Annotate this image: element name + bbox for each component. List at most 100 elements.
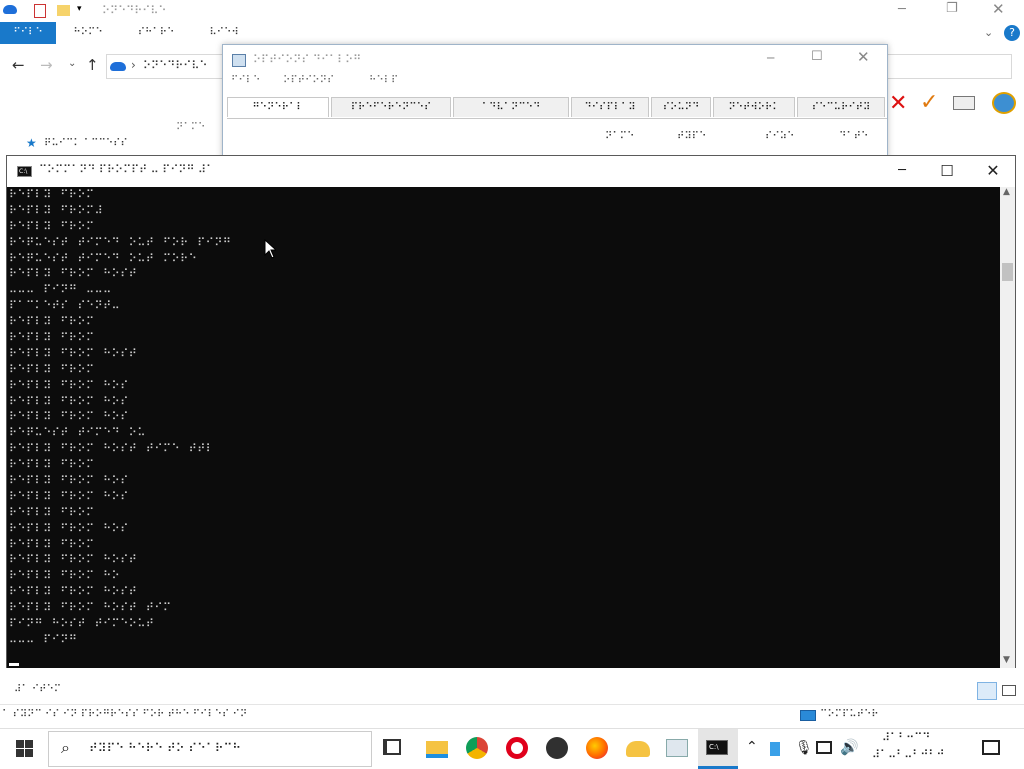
console-line: ⠗⠑⠏⠇⠽⠀⠋⠗⠕⠍⠀⠓⠕⠎ [9,474,129,488]
options-window: ⠕⠏⠞⠊⠕⠝⠎ ⠙⠊⠁⠇⠕⠛ ─ ☐ ✕ ⠋⠊⠇⠑ ⠕⠏⠞⠊⠕⠝⠎ ⠓⠑⠇⠏ ⠛… [222,44,888,164]
column-type[interactable]: ⠞⠽⠏⠑ [677,131,706,142]
clock-date[interactable]: ⠼⠁⠤⠃⠤⠃⠚⠃⠚ [872,748,945,761]
onedrive-icon [3,5,17,14]
minimize-icon[interactable]: ─ [898,2,906,17]
console-line: ⠗⠑⠏⠇⠽⠀⠋⠗⠕⠍ [9,331,95,345]
back-arrow-icon[interactable]: ← [12,56,25,74]
console-line: ⠗⠑⠟⠥⠑⠎⠞⠀⠞⠊⠍⠑⠙⠀⠕⠥⠞⠀⠍⠕⠗⠑ [9,251,198,265]
forward-arrow-icon[interactable]: → [40,56,53,74]
console-line: ⠤⠤⠤⠀⠏⠊⠝⠛⠀⠤⠤⠤ [9,283,112,297]
scroll-down-icon[interactable]: ▼ [1003,655,1010,665]
cancel-icon[interactable]: ✕ [889,91,907,116]
task-view-icon[interactable] [383,739,401,755]
search-placeholder: ⠞⠽⠏⠑ ⠓⠑⠗⠑ ⠞⠕ ⠎⠑⠁⠗⠉⠓ [89,741,242,755]
console-line: ⠏⠊⠝⠛⠀⠓⠕⠎⠞⠀⠞⠊⠍⠑⠕⠥⠞ [9,617,155,631]
menu-options[interactable]: ⠕⠏⠞⠊⠕⠝⠎ [283,75,334,86]
file-explorer-icon[interactable] [426,741,448,758]
scroll-up-icon[interactable]: ▲ [1003,187,1010,197]
tab-general[interactable]: ⠛⠑⠝⠑⠗⠁⠇ [227,97,329,117]
cmd-taskbar-icon[interactable]: C:\ [698,729,738,769]
console-line: ⠗⠑⠏⠇⠽⠀⠋⠗⠕⠍ [9,315,95,329]
microphone-icon[interactable]: 🎙 [795,740,813,756]
confirm-check-icon[interactable]: ✓ [920,90,938,115]
properties-icon[interactable] [34,4,46,18]
taskbar-search-box[interactable]: ⌕ ⠞⠽⠏⠑ ⠓⠑⠗⠑ ⠞⠕ ⠎⠑⠁⠗⠉⠓ [48,731,372,767]
minimize-icon[interactable]: ─ [767,51,774,65]
console-line: ⠗⠑⠏⠇⠽⠀⠋⠗⠕⠍⠀⠓⠕⠎⠞ [9,585,138,599]
column-name[interactable]: ⠝⠁⠍⠑ [605,131,634,142]
tab-home[interactable]: ⠓⠕⠍⠑ [60,22,116,44]
close-icon[interactable]: ✕ [992,0,1005,18]
console-line: ⠗⠑⠏⠇⠽⠀⠋⠗⠕⠍⠀⠓⠕⠎⠞⠀⠞⠊⠍ [9,601,172,615]
menu-file[interactable]: ⠋⠊⠇⠑ [231,75,260,86]
console-line: ⠗⠑⠏⠇⠽⠀⠋⠗⠕⠍⠀⠓⠕⠎ [9,394,129,408]
maximize-icon[interactable]: ☐ [811,49,823,64]
console-lines: ⠗⠑⠏⠇⠽⠀⠋⠗⠕⠍ ⠗⠑⠏⠇⠽⠀⠋⠗⠕⠍⠼ ⠗⠑⠏⠇⠽⠀⠋⠗⠕⠍ ⠗⠑⠟⠥⠑⠎⠞⠀⠞… [9,187,999,648]
volume-icon[interactable]: 🔊 [840,738,859,756]
network-icon[interactable] [816,741,832,754]
console-line: ⠗⠑⠏⠇⠽⠀⠋⠗⠕⠍⠀⠓⠕⠎ [9,378,129,392]
computer-icon [800,710,816,721]
chevron-down-icon[interactable]: ⌄ [984,26,993,39]
console-line: ⠗⠑⠏⠇⠽⠀⠋⠗⠕⠍⠀⠓⠕⠎⠞⠀⠞⠊⠍⠑⠀⠞⠞⠇ [9,442,215,456]
firefox-icon[interactable] [586,737,608,759]
tab-file[interactable]: ⠋⠊⠇⠑ [0,22,56,44]
cloud-icon [110,62,126,71]
scroll-thumb[interactable] [1002,263,1013,281]
tab-view[interactable]: ⠧⠊⠑⠺ [196,22,252,44]
tab-network[interactable]: ⠝⠑⠞⠺⠕⠗⠅ [713,97,795,117]
vertical-scrollbar[interactable]: ▲ ▼ [1000,187,1015,668]
tab-display[interactable]: ⠙⠊⠎⠏⠇⠁⠽ [571,97,649,117]
console-line: ⠗⠑⠏⠇⠽⠀⠋⠗⠕⠍⠀⠓⠕⠎⠞ [9,267,138,281]
new-folder-icon[interactable] [57,5,70,16]
help-icon[interactable]: ? [1004,25,1020,41]
start-windows-icon[interactable] [16,740,33,757]
app-window-icon[interactable] [666,739,688,757]
item-count: ⠼⠁ ⠊⠞⠑⠍ [14,684,62,695]
app-icon [232,54,246,67]
column-date[interactable]: ⠙⠁⠞⠑ [839,131,868,142]
explorer-title: ⠕⠝⠑⠙⠗⠊⠧⠑ [102,4,167,17]
tab-share[interactable]: ⠎⠓⠁⠗⠑ [128,22,184,44]
tray-app-icon[interactable] [770,742,780,756]
close-icon[interactable]: ✕ [857,48,870,66]
obs-icon[interactable] [546,737,568,759]
notification-icon[interactable] [982,740,1000,755]
tab-preferences[interactable]: ⠏⠗⠑⠋⠑⠗⠑⠝⠉⠑⠎ [331,97,451,117]
tab-advanced[interactable]: ⠁⠙⠧⠁⠝⠉⠑⠙ [453,97,569,117]
up-arrow-icon[interactable]: ↑ [86,56,99,74]
mouse-cursor-icon [264,239,276,259]
breadcrumb-onedrive[interactable]: ⠕⠝⠑⠙⠗⠊⠧⠑ [143,59,207,72]
onedrive-app-icon[interactable] [626,741,650,757]
taskbar: ⌕ ⠞⠽⠏⠑ ⠓⠑⠗⠑ ⠞⠕ ⠎⠑⠁⠗⠉⠓ C:\ ⌃ 🎙 🔊 ⠼⠁⠃⠒⠉⠙ ⠼… [0,728,1024,769]
show-hidden-icons-chevron-icon[interactable]: ⌃ [746,739,758,755]
quick-access-item[interactable]: ⠟⠥⠊⠉⠅ ⠁⠉⠉⠑⠎⠎ [44,138,128,149]
opera-icon[interactable] [506,737,528,759]
tab-security[interactable]: ⠎⠑⠉⠥⠗⠊⠞⠽ [797,97,885,117]
large-icons-view-icon[interactable] [1002,685,1016,696]
minimize-icon[interactable]: ─ [880,156,924,187]
console-line: ⠗⠑⠏⠇⠽⠀⠋⠗⠕⠍⠀⠓⠕⠎ [9,521,129,535]
details-view-icon[interactable] [977,682,997,700]
globe-icon[interactable] [992,92,1016,114]
column-header-name[interactable]: ⠝⠁⠍⠑ [176,122,205,133]
dropdown-icon[interactable]: ▾ [77,4,82,14]
console-output[interactable]: ⠗⠑⠏⠇⠽⠀⠋⠗⠕⠍ ⠗⠑⠏⠇⠽⠀⠋⠗⠕⠍⠼ ⠗⠑⠏⠇⠽⠀⠋⠗⠕⠍ ⠗⠑⠟⠥⠑⠎⠞⠀⠞… [7,187,1000,668]
recent-dropdown-icon[interactable]: ⌄ [68,58,76,69]
restore-icon[interactable]: ❐ [946,1,958,16]
console-line: ⠗⠑⠏⠇⠽⠀⠋⠗⠕⠍⠀⠓⠕⠎ [9,489,129,503]
console-line: ⠗⠑⠏⠇⠽⠀⠋⠗⠕⠍⠀⠓⠕⠎⠞ [9,346,138,360]
tab-sound[interactable]: ⠎⠕⠥⠝⠙ [651,97,711,117]
chrome-icon[interactable] [466,737,488,759]
search-input[interactable] [886,54,1012,79]
clock-time[interactable]: ⠼⠁⠃⠒⠉⠙ [882,731,930,744]
column-size[interactable]: ⠎⠊⠵⠑ [765,131,794,142]
menu-help[interactable]: ⠓⠑⠇⠏ [369,75,398,86]
maximize-icon[interactable]: ☐ [925,156,969,187]
command-prompt-window: C:\ ⠉⠕⠍⠍⠁⠝⠙ ⠏⠗⠕⠍⠏⠞ ⠤ ⠏⠊⠝⠛ ⠼⠁ ─ ☐ ✕ ⠗⠑⠏⠇⠽… [6,155,1016,668]
mail-icon[interactable] [953,96,975,110]
sync-status-text: ⠁ ⠎⠽⠝⠉ ⠊⠎ ⠊⠝ ⠏⠗⠕⠛⠗⠑⠎⠎ ⠋⠕⠗ ⠞⠓⠑ ⠋⠊⠇⠑⠎ ⠊⠝ [2,709,248,720]
search-icon: ⌕ [61,738,70,757]
cmd-glyph-icon: C:\ [706,740,728,755]
close-icon[interactable]: ✕ [971,156,1015,187]
